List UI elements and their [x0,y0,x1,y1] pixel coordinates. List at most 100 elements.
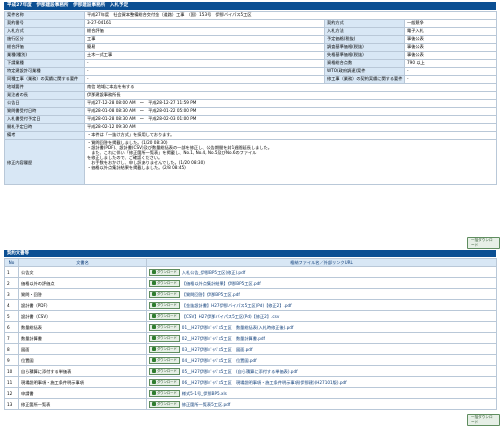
download-icon [152,270,156,274]
download-button[interactable]: ダウンロード [149,401,180,408]
doc-file-cell: ダウンロード 05__H27伊那ﾊﾞｲﾊﾟｽ5工区 (自ら積算に添付する単価表).… [146,365,497,377]
download-icon [152,391,156,395]
download-button[interactable]: ダウンロード [149,269,180,276]
correction-text: ・質問回答を掲載しました。(1/20 08:30) ・設計書(PDF)、設計書(C… [83,139,498,185]
doc-row: 12 申請書 ダウンロード 様式5-1号_伊那BP5.xls [4,387,497,399]
doc-name: 公告文 [18,266,147,278]
doc-file-link[interactable]: 04__H27伊那ﾊﾞｲﾊﾟｽ5工区 位置図.pdf [182,358,257,363]
download-button[interactable]: ダウンロード [149,335,180,342]
download-button[interactable]: ダウンロード [149,368,180,375]
doc-file-cell: ダウンロード 【質問回答】伊那BP5工区.pdf [146,288,497,300]
doc-no: 10 [4,365,19,377]
doc-file-cell: ダウンロード 02__H27伊那ﾊﾞｲﾊﾟｽ5工区 数量計算書.pdf [146,332,497,344]
doc-file-cell: ダウンロード 【価格以外点集計結果】伊那BP5工区.pdf [146,277,497,289]
download-button[interactable]: ダウンロード [149,357,180,364]
doc-file-link[interactable]: 【質問回答】伊那BP5工区.pdf [182,292,240,297]
bulk-download-bottom[interactable]: 一括ダウンロード [467,414,500,426]
bulk-download-button[interactable]: 一括ダウンロード [467,237,500,249]
col-no: No [4,258,19,267]
col-name: 文書名 [18,258,147,267]
info-label: 施行区分 [4,35,85,44]
download-label: ダウンロード [157,358,177,362]
download-icon [152,281,156,285]
doc-file-cell: ダウンロード 入札公告_伊那BP5工区(修正).pdf [146,266,497,278]
doc-name: 修正箇所一覧表 [18,398,147,410]
info-row: 公告日 平成27-12-28 08:00 AM ～ 平成28-12-27 11:5… [4,99,498,108]
download-label: ダウンロード [157,292,177,296]
download-button[interactable]: ダウンロード [149,324,180,331]
info-value: 伊那建設事務所長 [83,91,498,100]
info-value-2: 事後公表 [403,43,498,52]
download-label: ダウンロード [157,380,177,384]
bulk-download-top[interactable]: 一括ダウンロード [467,237,500,249]
info-label-2: 予定価格(税抜) [324,35,405,44]
doc-name: 設計書（CSV） [18,310,147,322]
doc-file-link[interactable]: 修正箇所一覧表5工区.pdf [182,402,230,407]
download-button[interactable]: ダウンロード [149,313,180,320]
doc-file-cell: ダウンロード 06__H27伊那ﾊﾞｲﾊﾟｽ5工区 現場説明事項・施工条件明示事項… [146,376,497,388]
download-icon [152,292,156,296]
download-button[interactable]: ダウンロード [149,379,180,386]
doc-no: 11 [4,376,19,388]
doc-file-link[interactable]: 02__H27伊那ﾊﾞｲﾊﾟｽ5工区 数量計算書.pdf [182,336,265,341]
doc-file-link[interactable]: 05__H27伊那ﾊﾞｲﾊﾟｽ5工区 (自ら積算に添付する単価表).pdf [182,369,298,374]
doc-file-link[interactable]: 入札公告_伊那BP5工区(修正).pdf [182,270,245,275]
info-row: 同種工事（業務）の実績に関する要件 - 修工事（業務）の契約実績に関する要件 - [4,75,498,84]
info-value-2: - [403,75,498,84]
doc-name: 設計書（PDF） [18,299,147,311]
doc-file-cell: ダウンロード 【金抜設計書】H27伊那バイパス5工区(Pd)【修正2】.pdf [146,299,497,311]
download-button[interactable]: ダウンロード [149,280,180,287]
info-value: 工事 [84,35,325,44]
info-label-2: 資格総合点数 [324,59,405,68]
info-value: 南信 地域に本店を有する [83,83,498,92]
info-row: 発注者の長 伊那建設事務所長 [4,91,498,100]
download-button[interactable]: ダウンロード [149,346,180,353]
download-label: ダウンロード [157,347,177,351]
doc-name: 数量計算書 [18,332,147,344]
doc-file-link[interactable]: 様式5-1号_伊那BP5.xls [182,391,227,396]
info-label-2: 調査基準価格(税抜) [324,43,405,52]
doc-no: 5 [4,310,19,322]
info-label: 公告日 [4,99,85,108]
doc-row: 7 数量計算書 ダウンロード 02__H27伊那ﾊﾞｲﾊﾟｽ5工区 数量計算書.pdf [4,332,497,344]
correction-label: 修正内容履歴 [4,139,85,185]
doc-file-link[interactable]: 【金抜設計書】H27伊那バイパス5工区(Pd)【修正2】.pdf [182,303,292,308]
doc-file-link[interactable]: 【CSV】H27伊那バイパス5工区(Pd)【修正2】.csv [182,314,280,319]
info-label: 備考 [4,131,85,140]
info-value: - [84,67,325,76]
info-label: 開札予定日時 [4,123,85,132]
doc-no: 7 [4,332,19,344]
download-button[interactable]: ダウンロード [149,302,180,309]
correction-line: ・価格以外点集計結果を掲載しました。(2/8 08:45) [87,165,186,170]
download-label: ダウンロード [157,369,177,373]
doc-file-cell: ダウンロード 修正箇所一覧表5工区.pdf [146,398,497,410]
download-label: ダウンロード [157,402,177,406]
download-label: ダウンロード [157,336,177,340]
doc-name: 数量総括表 [18,321,147,333]
doc-file-link[interactable]: 01__H27伊那ﾊﾞｲﾊﾟｽ5工区 数量総括表(入札時修正後).pdf [182,325,294,330]
info-value-2: 事後公表 [403,35,498,44]
info-label: 質問書受付日時 [4,107,85,116]
download-button[interactable]: ダウンロード [149,390,180,397]
doc-file-link[interactable]: 【価格以外点集計結果】伊那BP5工区.pdf [182,281,261,286]
page-title: 平成27年度 伊那建設事務所 伊那建設事務所 入札予定 [7,3,129,8]
docs-table: No 文書名 格納ファイル名／外部リンクURL 1 公告文 ダウンロード 入札公告_伊… [4,258,497,410]
info-label: 総合評価 [4,43,85,52]
doc-row: 1 公告文 ダウンロード 入札公告_伊那BP5工区(修正).pdf [4,266,497,278]
doc-no: 1 [4,266,19,278]
download-icon [152,325,156,329]
info-value: 平成27-12-28 08:00 AM ～ 平成28-12-27 11:59 P… [83,99,498,108]
download-icon [152,358,156,362]
download-button[interactable]: ダウンロード [149,291,180,298]
col-file: 格納ファイル名／外部リンクURL [146,258,497,267]
doc-row: 11 現場説明事項・施工条件明示事項 ダウンロード 06__H27伊那ﾊﾞｲﾊﾟｽ5工… [4,376,497,388]
doc-file-link[interactable]: 03__H27伊那ﾊﾞｲﾊﾟｽ5工区 図面.pdf [182,347,253,352]
info-row: 入札方式 総合評価 入札方法 電子入札 [4,27,498,36]
info-label: 業種(種別) [4,51,85,60]
doc-name: 質問・回答 [18,288,147,300]
bulk-download-button-bottom[interactable]: 一括ダウンロード [467,414,500,426]
info-row: 業種(種別) 土木一式工事 失格基準価格(税抜) 事後公表 [4,51,498,60]
doc-file-link[interactable]: 06__H27伊那ﾊﾞｲﾊﾟｽ5工区 現場説明事項・施工条件明示事項(伊那建)(… [182,380,347,385]
download-icon [152,347,156,351]
download-icon [152,369,156,373]
